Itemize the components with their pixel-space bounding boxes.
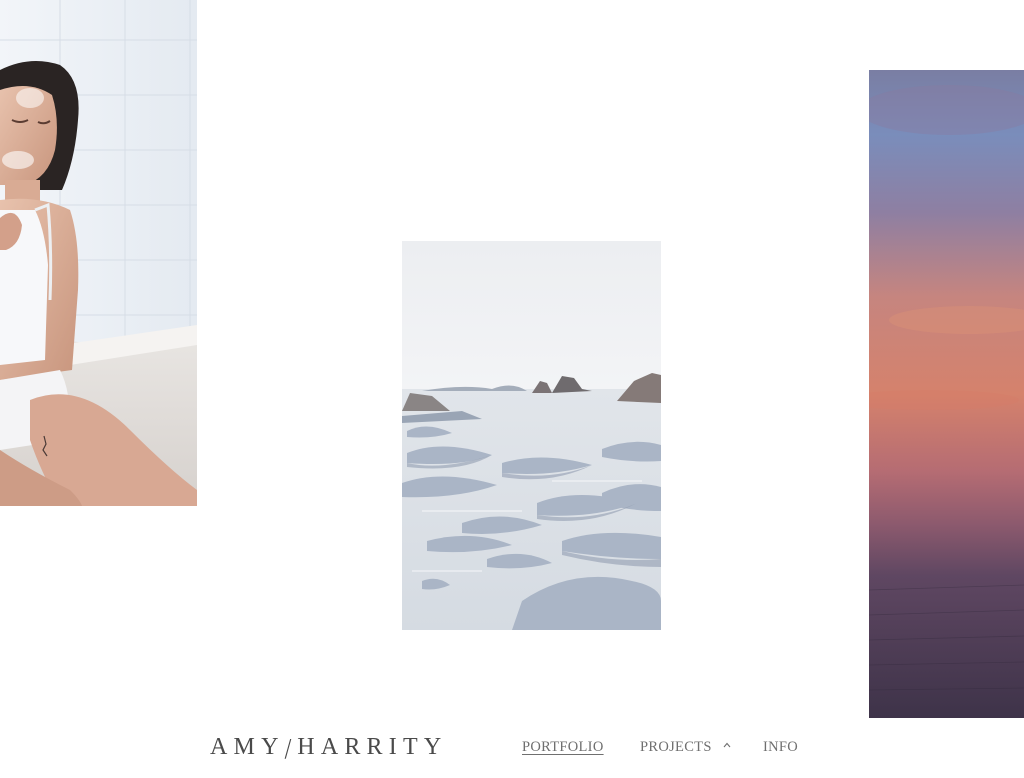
logo-first-name: AMY (210, 734, 285, 760)
logo-last-name: HARRITY (297, 734, 448, 760)
gallery-photo-salt-lake[interactable] (402, 241, 661, 630)
portfolio-page: AMY/HARRITY PORTFOLIO PROJECTS INFO (0, 0, 1024, 778)
gallery-photo-sunset[interactable] (869, 70, 1024, 718)
nav-link-projects[interactable]: PROJECTS (640, 738, 712, 756)
nav-link-info[interactable]: INFO (763, 738, 798, 756)
nav-link-portfolio[interactable]: PORTFOLIO (522, 738, 604, 756)
site-logo[interactable]: AMY/HARRITY (210, 732, 448, 766)
chevron-up-icon[interactable] (723, 741, 731, 749)
logo-slash: / (284, 733, 298, 766)
site-navigation: AMY/HARRITY PORTFOLIO PROJECTS INFO (0, 722, 1024, 772)
salt-lake-photo-image (402, 241, 661, 630)
gallery-photo-bathtub[interactable] (0, 0, 197, 506)
bathtub-photo-image (0, 0, 197, 506)
sunset-photo-image (869, 70, 1024, 718)
